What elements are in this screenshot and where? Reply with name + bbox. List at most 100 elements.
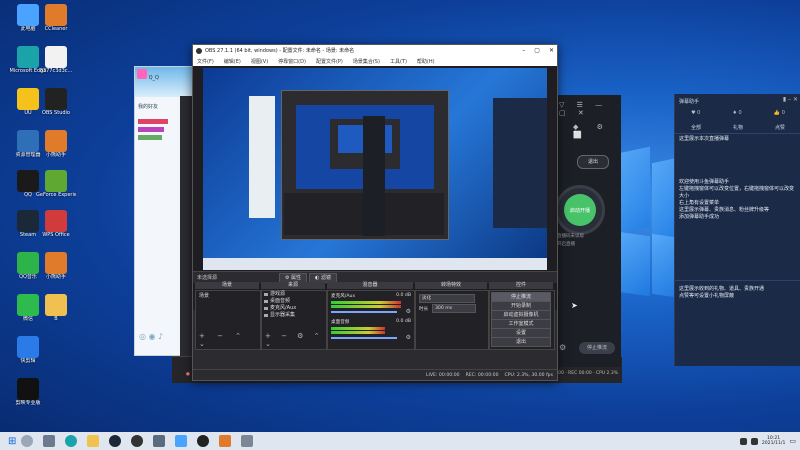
source-item[interactable]: 游戏源 [262,291,326,298]
steam-icon[interactable] [109,435,122,447]
tab-gifts[interactable]: 礼物 [733,124,743,131]
desktop-icon[interactable]: 小熊助手 [36,252,76,292]
start-icon[interactable]: ⊞ [8,436,16,447]
volume-meter [331,331,385,334]
source-item[interactable]: 显示器采集 [262,312,326,319]
nested-taskbar [203,258,547,270]
app-icon[interactable] [241,435,254,447]
desktop-icon-label: B [54,316,58,322]
desktop-icon[interactable]: GeForce Experience [36,170,76,210]
list-item[interactable] [138,119,168,124]
menu-item[interactable]: 停靠窗口(D) [278,58,306,65]
desktop-icon[interactable]: CCleaner [36,4,76,44]
obs-titlebar[interactable]: OBS 27.1.1 (64 bit, windows) - 配置文件: 未命名… [193,45,557,56]
menu-item[interactable]: 场景集合(S) [353,58,380,65]
live-note: 开启直播 [557,242,575,247]
assistant-stats: ♥ 0 ♦ 0 👍 0 [675,110,800,116]
minimize-icon[interactable]: – [522,47,525,54]
scene-item[interactable]: 场景 [196,291,260,300]
folder-icon[interactable] [87,435,100,447]
exit-button[interactable]: 退出 [491,337,551,347]
gear-icon[interactable]: ⚙ [406,308,411,315]
live-panel-icons2: ◆ ⚙ ⬜ [573,123,611,139]
tab-all[interactable]: 全部 [691,124,701,131]
desktop-icon[interactable]: B [36,294,76,334]
app-icon [45,130,67,152]
desktop-icon[interactable]: 8377c3d3c... [36,46,76,86]
scenes-dock[interactable]: 场景 + − ⌃ ⌄ [195,290,261,350]
message-line: 点赞等可设置小礼物屏蔽 [679,293,735,299]
cursor-icon: ➤ [571,301,578,310]
sources-dock[interactable]: 游戏源 桌面音频 麦克风/Aux 显示器采集 + − ⚙ ⌃ ⌄ [261,290,327,350]
qq-header: Q_Q [135,67,197,97]
file-icon [45,294,67,316]
like-icon: 👍 0 [773,110,785,116]
live-status: LIVE: 00:00:00 [425,372,460,378]
start-live-inner: 启动开播 [564,194,596,226]
menu-item[interactable]: 文件(F) [197,58,214,65]
list-item[interactable] [138,127,164,132]
desktop-icon[interactable]: 小熊助手 [36,130,76,170]
start-live-circle[interactable]: 启动开播 [555,185,605,235]
edge-icon[interactable] [65,435,78,447]
app-icon[interactable] [219,435,232,447]
stop-stream-button[interactable]: 停止推流 [579,342,615,354]
desktop-icon[interactable]: 快剪辑 [8,336,48,376]
message-line: 欢迎使用斗鱼弹幕助手 [679,179,730,185]
desktop-icon[interactable]: OBS Studio [36,88,76,128]
message-line: 右上角有设置菜单 [679,200,720,206]
clock[interactable]: 10:21 2021/11/1 [762,436,786,446]
scenes-dock-title: 场景 [195,282,259,289]
volume-slider[interactable] [331,337,397,339]
assistant-divider [675,280,800,281]
avatar[interactable] [137,69,147,79]
live-panel[interactable]: ▽ ☰ — ▢ ✕ ◆ ⚙ ⬜ 退出 启动开播 直播码未读取 开启直播 ➤ ⚙ … [553,95,621,367]
menu-item[interactable]: 帮助(H) [417,58,435,65]
notification-icon[interactable]: ▭ [789,437,796,445]
transitions-dock[interactable]: 淡化 时长 300 ms [415,290,489,350]
tray-icon[interactable] [739,437,747,445]
message-line: 这里展示弹幕、贵族消息、粉丝牌升级等 [679,207,770,213]
tab-likes[interactable]: 点赞 [775,124,785,131]
task-view-icon[interactable] [43,435,56,447]
cpu-status: CPU: 2.3%, 30.00 fps [504,372,553,378]
mixer-dock[interactable]: 麦克风/Aux 0.0 dB ⚙ 桌面音频 0.0 dB ⚙ [327,290,415,350]
menu-item[interactable]: 视图(V) [251,58,268,65]
desktop-icon-label: CCleaner [44,26,68,32]
barrage-assistant-panel[interactable]: 弹幕助手 ▮ – ✕ ♥ 0 ♦ 0 👍 0 全部 礼物 点赞 这里展示本次直播… [674,94,800,366]
volume-slider[interactable] [331,311,397,313]
assistant-title: 弹幕助手 [679,99,700,105]
app-icon[interactable] [153,435,166,447]
desktop-icon-label: 剪映专业版 [15,400,41,406]
kuaijian-icon [17,336,39,358]
search-icon[interactable] [21,435,34,447]
menu-item[interactable]: 配置文件(P) [316,58,343,65]
obs-icon[interactable] [197,435,210,447]
app-icon[interactable] [131,435,144,447]
desktop-icon[interactable]: WPS Office [36,210,76,250]
obs-preview[interactable]: 未选择源 ⚙ 属性 ◐ 滤镜 [193,66,557,310]
tray-icon[interactable] [750,437,758,445]
obs-statusbar: LIVE: 00:00:00 REC: 00:00:00 CPU: 2.3%, … [193,369,557,380]
mixer-dock-title: 混音器 [327,282,413,289]
transition-select[interactable]: 淡化 [419,294,475,303]
exit-button[interactable]: 退出 [577,155,609,169]
gear-icon[interactable]: ⚙ [406,334,411,341]
source-item[interactable]: 麦克风/Aux [262,305,326,312]
desktop-icon-label: WPS Office [42,232,70,238]
list-item[interactable] [138,135,162,140]
gear-icon[interactable]: ⚙ [559,343,566,352]
menu-item[interactable]: 编辑(E) [224,58,241,65]
source-item[interactable]: 桌面音频 [262,298,326,305]
close-icon[interactable]: ✕ [549,47,554,54]
wallpaper-ray [618,146,650,234]
rec-status: REC: 00:00:00 [465,372,499,378]
menu-item[interactable]: 工具(T) [390,58,407,65]
app-icon [45,252,67,274]
maximize-icon[interactable]: ▢ [534,47,540,54]
app-icon[interactable] [175,435,188,447]
heart-icon: ♥ 0 [691,110,701,116]
obs-window[interactable]: OBS 27.1.1 (64 bit, windows) - 配置文件: 未命名… [192,44,558,381]
desktop-icon[interactable]: 剪映专业版 [8,378,48,418]
duration-input[interactable]: 300 ms [432,304,476,313]
